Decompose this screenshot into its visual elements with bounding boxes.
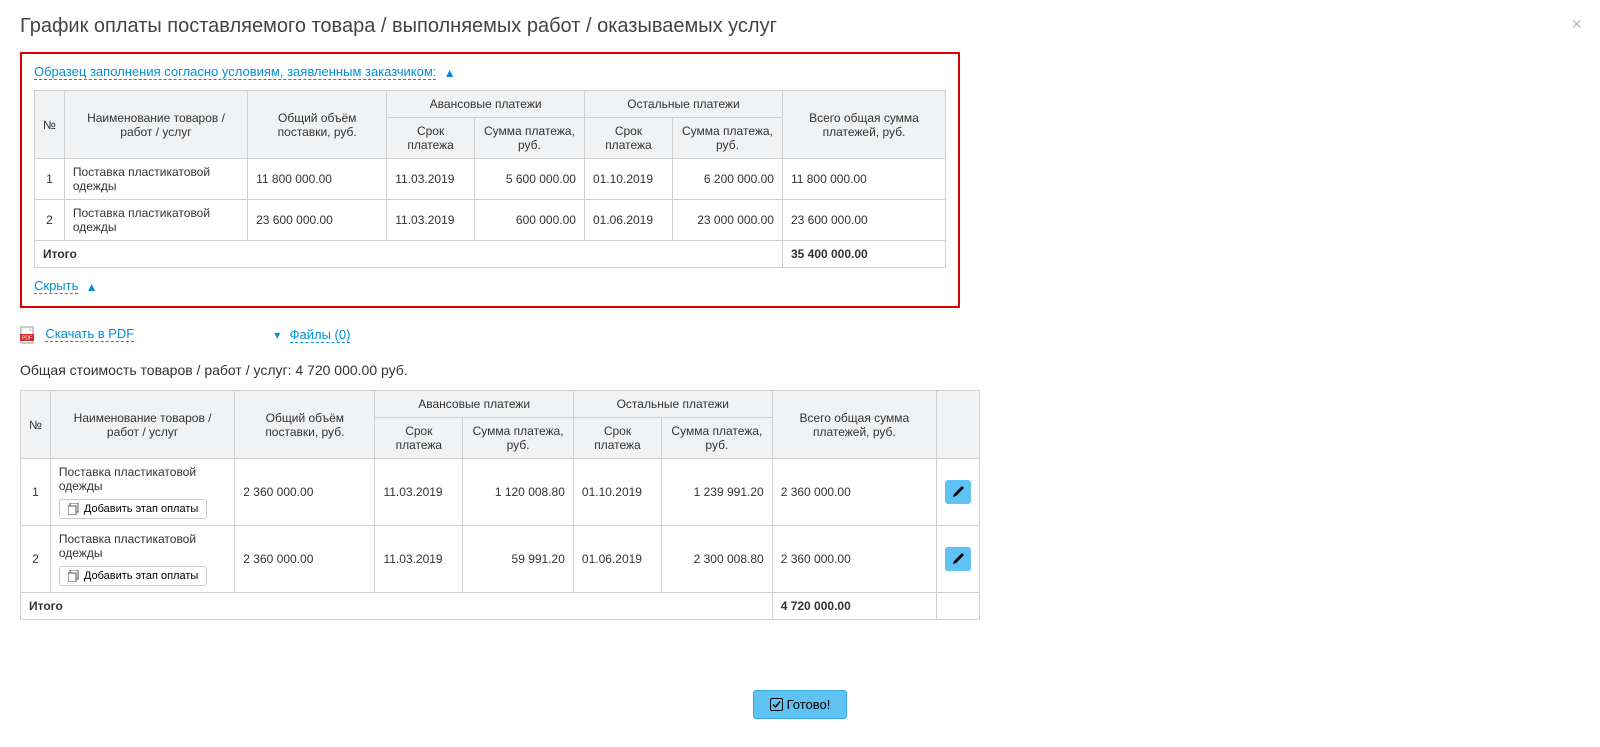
action-bar: PDF Скачать в PDF ▾ Файлы (0) [20, 326, 1580, 344]
table-row: 1 Поставка пластикатовой одежды Добавить… [21, 459, 980, 526]
done-label: Готово! [787, 697, 831, 712]
col-rest-group: Остальные платежи [584, 91, 782, 118]
col-advance-sum: Сумма платежа, руб. [463, 418, 574, 459]
table-row: 2 Поставка пластикатовой одежды 23 600 0… [35, 200, 946, 241]
col-volume: Общий объём поставки, руб. [235, 391, 375, 459]
copy-icon [68, 570, 80, 582]
col-advance-group: Авансовые платежи [375, 391, 573, 418]
sample-block: Образец заполнения согласно условиям, за… [20, 52, 960, 308]
col-actions [937, 391, 980, 459]
col-advance-term: Срок платежа [387, 118, 475, 159]
pdf-label: Скачать в PDF [45, 326, 134, 342]
table-footer-row: Итого 35 400 000.00 [35, 241, 946, 268]
row-name: Поставка пластикатовой одежды [59, 465, 196, 493]
col-advance-sum: Сумма платежа, руб. [474, 118, 584, 159]
footer-total: 4 720 000.00 [772, 593, 936, 620]
pdf-icon: PDF [20, 326, 36, 344]
pencil-icon [952, 486, 964, 498]
col-name: Наименование товаров / работ / услуг [64, 91, 247, 159]
footer-label: Итого [21, 593, 773, 620]
total-cost-line: Общая стоимость товаров / работ / услуг:… [20, 362, 1580, 378]
col-advance-term: Срок платежа [375, 418, 463, 459]
hide-label: Скрыть [34, 278, 78, 293]
col-rest-group: Остальные платежи [573, 391, 772, 418]
add-stage-label: Добавить этап оплаты [84, 503, 198, 515]
add-stage-label: Добавить этап оплаты [84, 570, 198, 582]
page-title: График оплаты поставляемого товара / вып… [20, 15, 1580, 38]
col-total: Всего общая сумма платежей, руб. [782, 91, 945, 159]
add-stage-button[interactable]: Добавить этап оплаты [59, 499, 207, 519]
col-num: № [35, 91, 65, 159]
files-link[interactable]: ▾ Файлы (0) [274, 327, 350, 343]
footer-total: 35 400 000.00 [782, 241, 945, 268]
col-name: Наименование товаров / работ / услуг [50, 391, 234, 459]
col-rest-term: Срок платежа [573, 418, 661, 459]
col-rest-sum: Сумма платежа, руб. [662, 418, 773, 459]
chevron-up-icon: ▲ [444, 66, 456, 80]
hide-toggle[interactable]: Скрыть [34, 278, 78, 294]
footer-label: Итого [35, 241, 783, 268]
col-rest-term: Срок платежа [584, 118, 672, 159]
svg-text:PDF: PDF [22, 336, 32, 342]
edit-row-button[interactable] [945, 480, 971, 504]
table-footer-row: Итого 4 720 000.00 [21, 593, 980, 620]
col-total: Всего общая сумма платежей, руб. [772, 391, 936, 459]
done-button[interactable]: Готово! [753, 690, 848, 719]
sample-header-label: Образец заполнения согласно условиям, за… [34, 64, 436, 79]
chevron-down-icon: ▾ [274, 328, 280, 342]
files-label: Файлы (0) [290, 327, 351, 343]
table-row: 1 Поставка пластикатовой одежды 11 800 0… [35, 159, 946, 200]
check-icon [770, 698, 783, 711]
edit-row-button[interactable] [945, 547, 971, 571]
download-pdf-link[interactable]: PDF Скачать в PDF [20, 326, 134, 344]
close-icon[interactable]: × [1571, 14, 1582, 35]
edit-table: № Наименование товаров / работ / услуг О… [20, 390, 980, 620]
pencil-icon [952, 553, 964, 565]
col-advance-group: Авансовые платежи [387, 91, 585, 118]
sample-table: № Наименование товаров / работ / услуг О… [34, 90, 946, 268]
chevron-up-icon: ▲ [86, 280, 98, 294]
sample-header-toggle[interactable]: Образец заполнения согласно условиям, за… [34, 64, 436, 80]
add-stage-button[interactable]: Добавить этап оплаты [59, 566, 207, 586]
col-num: № [21, 391, 51, 459]
col-volume: Общий объём поставки, руб. [248, 91, 387, 159]
row-name: Поставка пластикатовой одежды [59, 532, 196, 560]
copy-icon [68, 503, 80, 515]
col-rest-sum: Сумма платежа, руб. [672, 118, 782, 159]
table-row: 2 Поставка пластикатовой одежды Добавить… [21, 526, 980, 593]
